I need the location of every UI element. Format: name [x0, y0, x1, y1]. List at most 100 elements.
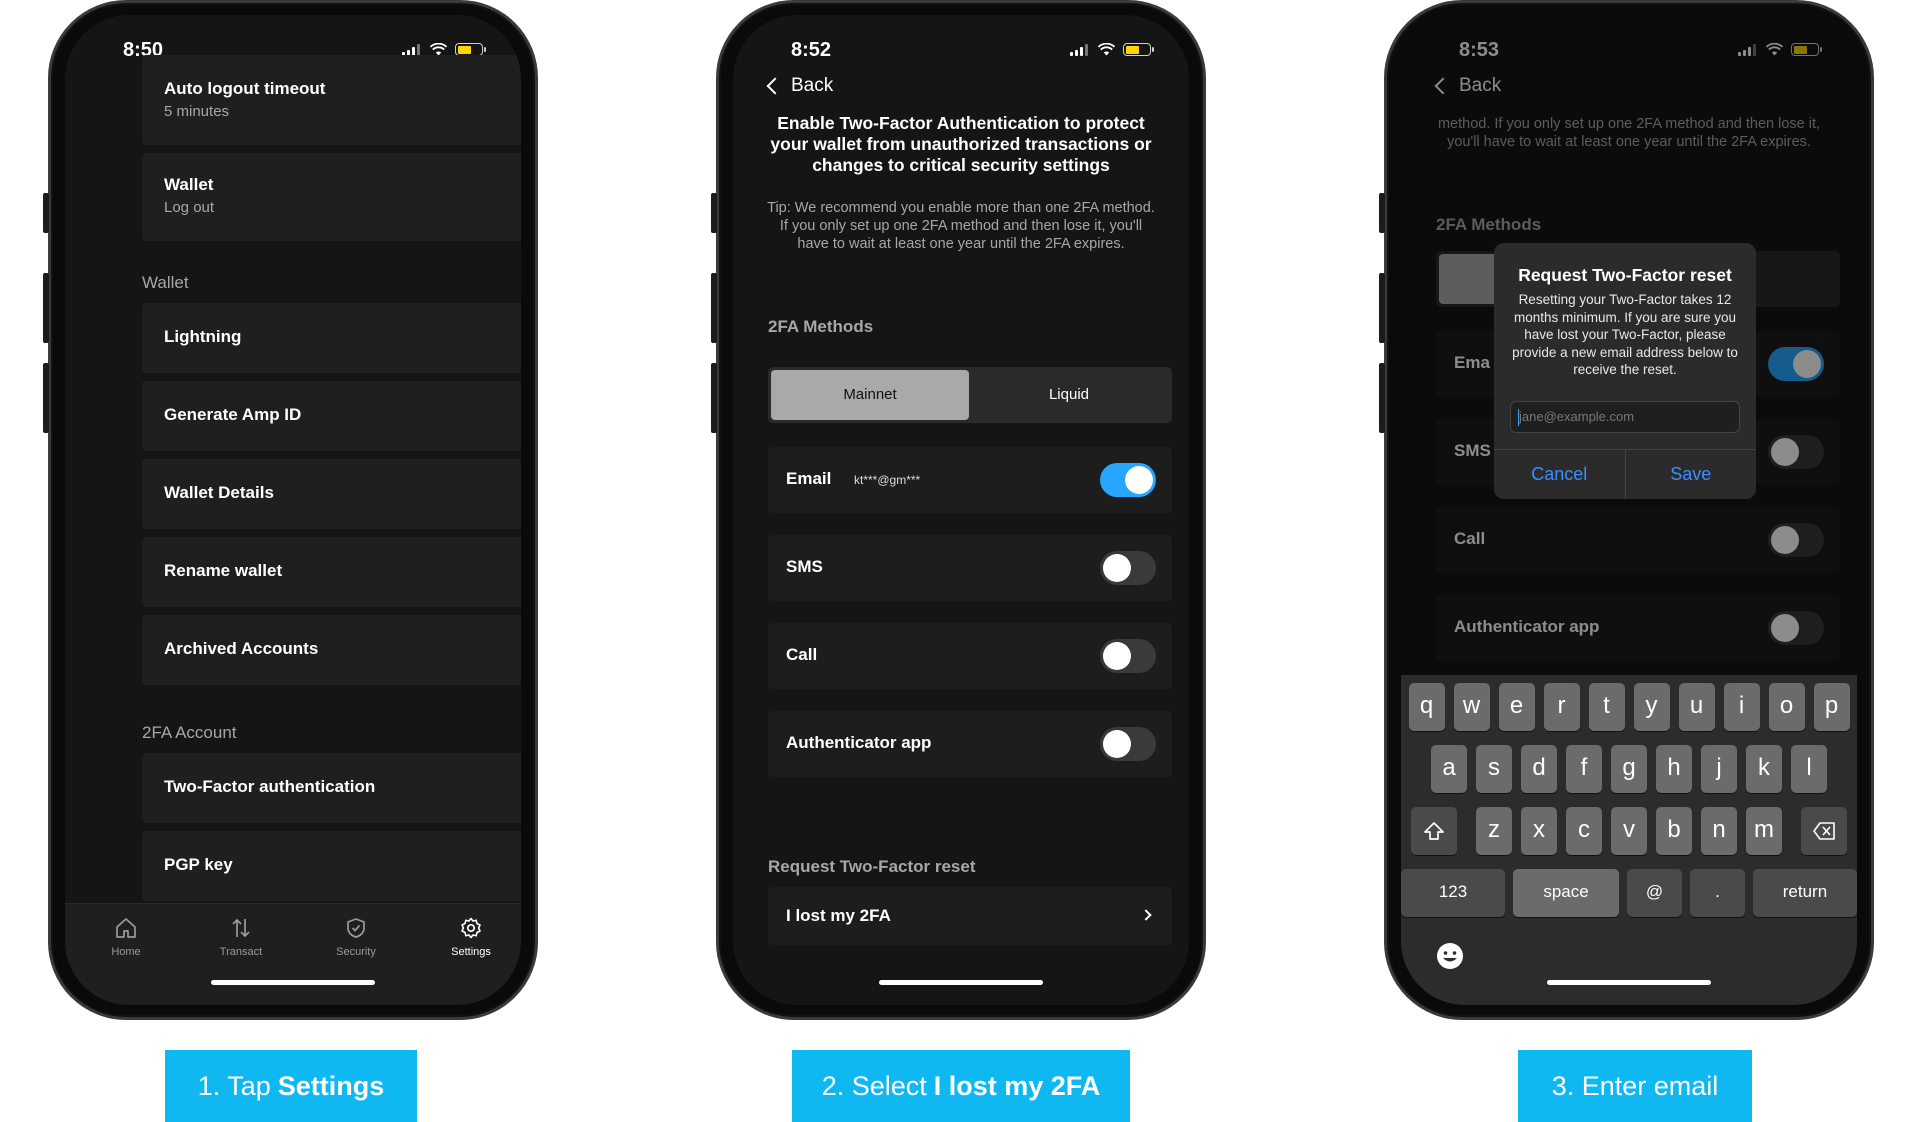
phone-frame-3: 8:53 Back method. If you only set up one…: [1379, 0, 1874, 1020]
key[interactable]: g: [1611, 745, 1647, 793]
side-button: [711, 193, 717, 233]
key[interactable]: v: [1611, 807, 1647, 855]
segment-mainnet[interactable]: Mainnet: [771, 370, 969, 420]
wifi-icon: [1098, 43, 1115, 56]
row-subtitle: 5 minutes: [164, 103, 230, 120]
side-button: [711, 363, 717, 433]
key[interactable]: y: [1633, 683, 1670, 731]
tip-text: Tip: We recommend you enable more than o…: [767, 200, 1155, 252]
on-screen-keyboard: q w e r t y u i o p a s d f g h j k l z …: [1401, 675, 1857, 1005]
wallet-logout-row[interactable]: Wallet Log out: [142, 153, 521, 241]
key[interactable]: e: [1498, 683, 1535, 731]
tab-settings[interactable]: Settings: [431, 916, 511, 958]
caption-bold: I lost my 2FA: [933, 1070, 1101, 1101]
shift-key[interactable]: [1411, 807, 1457, 855]
chevron-right-icon: [515, 779, 521, 797]
key[interactable]: r: [1543, 683, 1580, 731]
row-title: Auto logout timeout: [164, 79, 326, 98]
lost-2fa-button[interactable]: I lost my 2FA: [768, 887, 1172, 945]
tab-security[interactable]: Security: [316, 916, 396, 958]
list-item-two-factor[interactable]: Two-Factor authentication: [142, 753, 521, 823]
tab-transact[interactable]: Transact: [201, 916, 281, 958]
space-key[interactable]: space: [1513, 869, 1620, 917]
dot-key[interactable]: .: [1690, 869, 1745, 917]
key[interactable]: l: [1791, 745, 1827, 793]
call-toggle[interactable]: [1100, 639, 1156, 673]
chevron-right-icon: [515, 641, 521, 659]
key[interactable]: n: [1701, 807, 1737, 855]
method-label: Call: [786, 645, 818, 664]
reset-dialog: Request Two-Factor reset Resetting your …: [1494, 243, 1756, 499]
key[interactable]: f: [1566, 745, 1602, 793]
key[interactable]: h: [1656, 745, 1692, 793]
key[interactable]: w: [1453, 683, 1490, 731]
tab-label: Home: [111, 946, 141, 958]
row-title: Wallet Details: [164, 483, 274, 502]
section-header-wallet: Wallet: [142, 273, 189, 292]
two-factor-screen: 8:52 Back Enable Two-Factor Authenticati…: [733, 15, 1189, 1005]
chevron-right-icon: [515, 857, 521, 875]
key[interactable]: p: [1813, 683, 1850, 731]
signal-icon: [402, 43, 422, 56]
cancel-button[interactable]: Cancel: [1494, 450, 1625, 499]
key[interactable]: m: [1746, 807, 1782, 855]
sms-toggle[interactable]: [1100, 551, 1156, 585]
key[interactable]: u: [1678, 683, 1715, 731]
list-item-pgp-key[interactable]: PGP key: [142, 831, 521, 901]
method-label: Email: [786, 469, 832, 488]
caption-step-2: 2. Select I lost my 2FA: [792, 1050, 1130, 1122]
list-item-lightning[interactable]: Lightning: [142, 303, 521, 373]
key[interactable]: q: [1408, 683, 1445, 731]
back-label: Back: [791, 75, 834, 96]
home-indicator: [879, 980, 1043, 985]
email-input[interactable]: jane@example.com: [1510, 401, 1740, 433]
section-header-2fa: 2FA Account: [142, 723, 237, 742]
at-key[interactable]: @: [1627, 869, 1682, 917]
email-toggle[interactable]: [1100, 463, 1156, 497]
key[interactable]: o: [1768, 683, 1805, 731]
key[interactable]: s: [1476, 745, 1512, 793]
chevron-right-icon: [515, 90, 521, 108]
key[interactable]: a: [1431, 745, 1467, 793]
chevron-right-icon: [515, 485, 521, 503]
row-title: Generate Amp ID: [164, 405, 302, 424]
back-button[interactable]: Back: [763, 75, 833, 97]
tab-label: Settings: [451, 946, 491, 958]
backspace-key[interactable]: [1801, 807, 1847, 855]
return-key[interactable]: return: [1752, 869, 1857, 917]
segment-liquid[interactable]: Liquid: [969, 370, 1169, 420]
key[interactable]: t: [1588, 683, 1625, 731]
key[interactable]: k: [1746, 745, 1782, 793]
list-item-archived-accounts[interactable]: Archived Accounts: [142, 615, 521, 685]
row-title: Wallet: [164, 175, 214, 194]
key[interactable]: i: [1723, 683, 1760, 731]
list-item-rename-wallet[interactable]: Rename wallet: [142, 537, 521, 607]
method-label: SMS: [786, 557, 823, 576]
list-item-generate-amp-id[interactable]: Generate Amp ID: [142, 381, 521, 451]
method-label: Authenticator app: [786, 733, 932, 752]
gear-icon: [461, 917, 481, 939]
numbers-key[interactable]: 123: [1401, 869, 1506, 917]
side-button: [1379, 273, 1385, 343]
tab-home[interactable]: Home: [86, 916, 166, 958]
page-heading: Enable Two-Factor Authentication to prot…: [770, 113, 1152, 175]
key[interactable]: j: [1701, 745, 1737, 793]
side-button: [43, 193, 49, 233]
key[interactable]: z: [1476, 807, 1512, 855]
list-item-wallet-details[interactable]: Wallet Details: [142, 459, 521, 529]
key[interactable]: c: [1566, 807, 1602, 855]
auto-logout-row[interactable]: Auto logout timeout 5 minutes: [142, 55, 521, 145]
caption-text: 2. Select: [821, 1070, 927, 1101]
chevron-right-icon: [515, 563, 521, 581]
method-row-email: Email kt***@gm***: [768, 447, 1172, 513]
emoji-icon[interactable]: [1435, 941, 1465, 971]
key[interactable]: x: [1521, 807, 1557, 855]
save-button[interactable]: Save: [1624, 450, 1757, 499]
key[interactable]: d: [1521, 745, 1557, 793]
home-indicator: [211, 980, 375, 985]
caption-bold: Settings: [277, 1070, 385, 1101]
key[interactable]: b: [1656, 807, 1692, 855]
masked-email: kt***@gm***: [854, 473, 921, 487]
status-time: 8:52: [791, 39, 832, 61]
authenticator-toggle[interactable]: [1100, 727, 1156, 761]
